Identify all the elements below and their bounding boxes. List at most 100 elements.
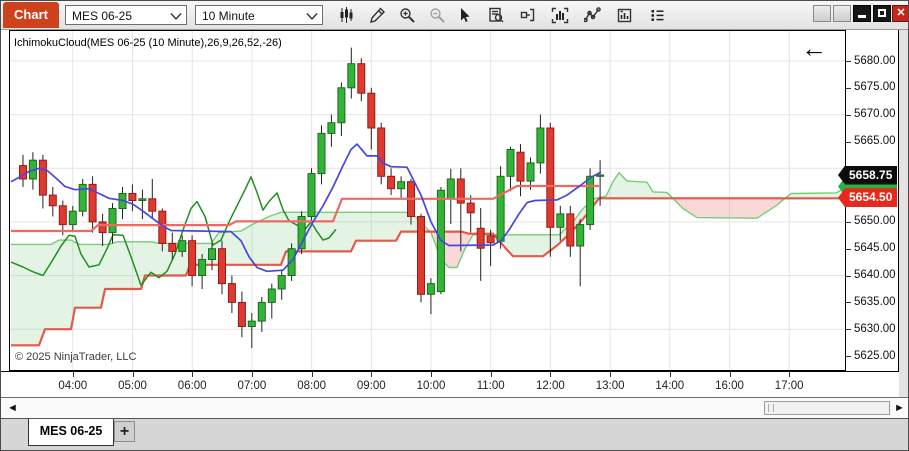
data-series-button[interactable] [483,4,509,27]
tab-mes-06-25[interactable]: MES 06-25 [28,419,114,446]
time-tick [550,372,552,377]
time-tick [610,372,612,377]
price-axis-label: 5675.00 [854,81,896,94]
clipboard-chart-icon [617,8,631,23]
time-tick [789,372,791,377]
document-magnifier-icon [489,7,504,23]
time-tick [371,372,373,377]
titlebar-button-blank-1[interactable] [813,5,831,22]
price-axis[interactable]: 5680.00 5675.00 5670.00 5665.00 5650.00 5645.… [838,30,899,371]
zoom-out-button[interactable] [424,4,450,27]
time-axis-label: 09:00 [356,380,386,392]
zoom-in-button[interactable] [394,4,420,27]
time-axis-label: 10:00 [416,380,446,392]
bar-chart-brackets-icon [551,7,569,24]
candlestick-chart-icon [340,7,352,23]
price-axis-label: 5625.00 [854,349,896,362]
scroll-to-latest-arrow-icon[interactable]: ← [801,35,827,61]
pointer-icon [460,8,470,22]
time-axis-label: 06:00 [177,380,207,392]
price-tick [846,61,851,62]
price-tick [846,356,851,357]
titlebar-button-blank-2[interactable] [833,5,851,22]
draw-button[interactable] [364,4,390,27]
log-button[interactable] [644,4,670,27]
price-axis-label: 5645.00 [854,242,896,255]
ninjatrader-chart-window: Chart MES 06-25 10 Minute ✕ IchimokuClou… [0,0,909,451]
chart-plot-area[interactable] [9,30,846,371]
time-axis-label: 07:00 [237,380,267,392]
magnifier-minus-icon [429,8,445,23]
time-axis-label: 12:00 [536,380,565,392]
indicator-label: IchimokuCloud(MES 06-25 (10 Minute),26,9… [14,37,282,49]
add-tab-button[interactable]: + [114,421,135,442]
time-tick [251,372,253,377]
minimize-icon [858,15,866,18]
scroll-right-icon[interactable]: ► [894,401,905,415]
time-tick [431,372,432,377]
time-tick [192,372,194,377]
last-price-badge: 5658.75 [838,165,897,185]
price-tick [846,275,851,277]
chevron-down-icon [170,13,182,21]
time-axis-label: 11:00 [476,380,505,392]
instrument-dropdown[interactable]: MES 06-25 [65,5,187,25]
time-axis-label: 16:00 [715,380,744,392]
maximize-icon [878,9,886,17]
price-axis-label: 5650.00 [854,215,896,228]
close-button[interactable]: ✕ [892,5,908,22]
price-axis-label: 5640.00 [854,269,896,281]
document-tab-bar: MES 06-25 + [1,418,908,450]
instrument-dropdown-value: MES 06-25 [72,9,133,23]
price-axis-label: 5635.00 [854,295,896,308]
time-tick [669,372,671,377]
price-tick [846,141,851,143]
price-axis-label: 5630.00 [854,322,896,335]
drawing-tools-button[interactable] [579,4,605,27]
marker-red-badge: 5654.50 [838,188,897,208]
price-axis-label: 5670.00 [854,108,896,121]
time-tick [311,372,313,377]
time-tick [490,372,492,377]
titlebar: Chart MES 06-25 10 Minute ✕ [1,1,908,30]
time-axis-label: 14:00 [655,380,685,392]
price-tick [846,221,851,223]
minimize-button[interactable] [853,5,871,22]
chart-style-button[interactable] [333,4,359,27]
scroll-left-icon[interactable]: ◄ [7,401,18,415]
bullet-list-icon [651,10,663,21]
time-tick [132,372,134,377]
right-scroll-strip [899,30,908,397]
price-tick [846,302,851,304]
price-tick [846,248,851,250]
indicators-button[interactable] [547,4,573,27]
time-axis-label: 13:00 [595,380,625,392]
scrollbar-thumb[interactable] [764,401,890,415]
chart-window-tab[interactable]: Chart [3,2,59,28]
time-tick [72,372,74,377]
interval-dropdown-value: 10 Minute [202,9,255,23]
time-axis-label: 05:00 [118,380,147,392]
pencil-icon [369,7,385,23]
time-tick [729,372,731,377]
price-tick [846,87,851,89]
time-axis-label: 17:00 [774,380,804,392]
price-axis-label: 5680.00 [854,54,896,67]
properties-button[interactable] [611,4,637,27]
chart-trader-icon [520,8,534,22]
cursor-button[interactable] [451,4,477,27]
maximize-button[interactable] [873,5,891,22]
magnifier-plus-icon [399,8,415,23]
horizontal-scrollbar[interactable]: ◄ ► [1,397,908,418]
copyright-text: © 2025 NinjaTrader, LLC [15,351,137,363]
chart-trader-button[interactable] [515,4,541,27]
price-axis-label: 5665.00 [854,135,896,147]
interval-dropdown[interactable]: 10 Minute [195,5,323,25]
time-axis[interactable]: 04:00 05:00 06:00 07:00 08:00 09:00 10:00 11:00… [1,371,899,398]
price-tick [846,114,851,116]
time-axis-label: 08:00 [297,380,326,392]
zigzag-line-icon [583,7,601,23]
chevron-down-icon [306,13,318,21]
price-tick [846,329,851,331]
close-icon: ✕ [896,7,906,19]
